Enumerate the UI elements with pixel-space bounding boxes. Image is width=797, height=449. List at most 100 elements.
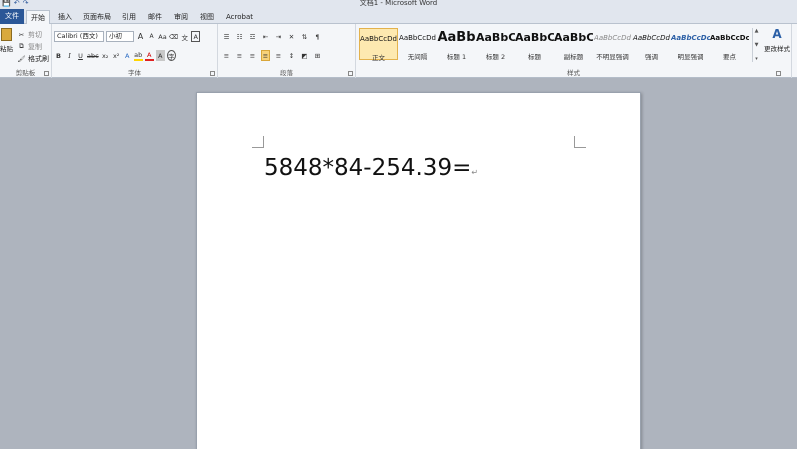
borders-icon[interactable]: ⊞ (313, 50, 322, 61)
align-right-icon[interactable]: ≡ (248, 50, 257, 61)
style-name: 无间隔 (407, 53, 428, 61)
font-family-select[interactable]: Calibri (西文) (54, 31, 104, 42)
style-name: 标题 (528, 53, 541, 61)
brush-icon: 🖌 (17, 54, 26, 63)
style-sample: AaBbC (476, 31, 515, 44)
align-left-icon[interactable]: ≡ (222, 50, 231, 61)
subscript-button[interactable]: x₂ (101, 50, 110, 61)
underline-button[interactable]: U (76, 50, 85, 61)
char-border-button[interactable]: A (191, 31, 201, 42)
change-case-button[interactable]: Aa (158, 31, 167, 42)
change-styles-button[interactable]: A 更改样式 (763, 27, 791, 53)
clipboard-launcher-icon[interactable] (44, 71, 49, 76)
style-name: 不明显强调 (596, 53, 629, 61)
style-sample: AaBbCcDd (633, 34, 670, 42)
tab-review[interactable]: 审阅 (170, 10, 192, 24)
highlight-button[interactable]: ab (133, 50, 143, 61)
style-no-spacing[interactable]: AaBbCcDd 无间隔 (398, 28, 437, 61)
justify-icon[interactable]: ≡ (261, 50, 270, 61)
style-strong[interactable]: AaBbCcDc 要点 (710, 28, 749, 61)
show-marks-icon[interactable]: ¶ (313, 31, 322, 42)
tab-file[interactable]: 文件 (0, 9, 24, 24)
document-body-text[interactable]: 5848*84-254.39=↵ (264, 155, 478, 181)
multilevel-list-icon[interactable]: ☲ (248, 31, 257, 42)
sort-icon[interactable]: ⇅ (300, 31, 309, 42)
char-shading-button[interactable]: A (155, 50, 165, 61)
crop-mark-top-left (252, 136, 264, 148)
style-sample: AaBbCcDd (399, 34, 436, 42)
chevron-up-icon[interactable]: ▲ (755, 28, 759, 34)
copy-icon: ⧉ (19, 42, 24, 50)
grow-font-button[interactable]: A (136, 31, 145, 42)
tab-references[interactable]: 引用 (118, 10, 140, 24)
format-painter-label: 格式刷 (28, 54, 49, 63)
styles-gallery-scroll[interactable]: ▲ ▼ ▾ (752, 28, 760, 62)
tab-acrobat[interactable]: Acrobat (222, 10, 257, 24)
distributed-icon[interactable]: ≡ (274, 50, 283, 61)
font-color-button[interactable]: A (144, 50, 154, 61)
font-size-select[interactable]: 小初 (106, 31, 134, 42)
paste-icon (1, 28, 12, 41)
style-normal[interactable]: AaBbCcDd 正文 (359, 28, 398, 62)
clear-format-icon[interactable]: ⌫ (169, 31, 178, 42)
tab-home[interactable]: 开始 (26, 10, 50, 25)
italic-button[interactable]: I (65, 50, 74, 61)
style-emphasis[interactable]: AaBbCcDd 强调 (632, 28, 671, 61)
window-title: 文档1 - Microsoft Word (359, 0, 438, 7)
bold-button[interactable]: B (54, 50, 63, 61)
chevron-down-icon[interactable]: ▼ (755, 42, 759, 48)
style-subtitle[interactable]: AaBbC 副标题 (554, 28, 593, 61)
style-title[interactable]: AaBbC 标题 (515, 28, 554, 61)
tab-mailings[interactable]: 邮件 (144, 10, 166, 24)
strikethrough-button[interactable]: abc (87, 50, 99, 61)
crop-mark-top-right (574, 136, 586, 148)
font-launcher-icon[interactable] (210, 71, 215, 76)
style-sample: AaBbC (554, 31, 593, 44)
paragraph-group-label: 段落 (280, 69, 293, 77)
shrink-font-button[interactable]: A (147, 31, 156, 42)
style-name: 副标题 (563, 53, 584, 61)
style-sample: AaBbCcDc (710, 34, 749, 42)
style-sample: AaBbC (515, 31, 554, 44)
decrease-indent-icon[interactable]: ⇤ (261, 31, 270, 42)
font-group-label: 字体 (128, 69, 141, 77)
tab-view[interactable]: 视图 (196, 10, 218, 24)
superscript-button[interactable]: x² (112, 50, 121, 61)
style-name: 强调 (645, 53, 658, 61)
style-intense-emphasis[interactable]: AaBbCcDc 明显强调 (671, 28, 710, 61)
tab-insert[interactable]: 插入 (54, 10, 76, 24)
document-text: 5848*84-254.39= (264, 155, 472, 181)
ribbon-tabs: 文件 开始 插入 页面布局 引用 邮件 审阅 视图 Acrobat (0, 9, 797, 33)
bullets-icon[interactable]: ☰ (222, 31, 231, 42)
phonetic-guide-button[interactable]: 文 (180, 31, 189, 42)
numbering-icon[interactable]: ☷ (235, 31, 244, 42)
paragraph-launcher-icon[interactable] (348, 71, 353, 76)
paste-button[interactable]: 粘贴 (0, 28, 13, 53)
ribbon: 粘贴 ✂ 剪切 ⧉ 复制 🖌 格式刷 剪贴板 Calibri (西文) 小初 A… (0, 24, 797, 78)
style-heading-2[interactable]: AaBbC 标题 2 (476, 28, 515, 61)
line-spacing-icon[interactable]: ↕ (287, 50, 296, 61)
style-heading-1[interactable]: AaBb 标题 1 (437, 28, 476, 61)
style-sample: AaBbCcDd (360, 35, 397, 43)
cut-button[interactable]: ✂ 剪切 (17, 29, 42, 40)
enclose-char-button[interactable]: 字 (166, 50, 176, 61)
style-sample: AaBbCcDc (671, 34, 710, 42)
tab-page-layout[interactable]: 页面布局 (79, 10, 115, 24)
copy-label: 复制 (28, 42, 42, 51)
style-name: 正文 (372, 54, 385, 62)
more-styles-icon[interactable]: ▾ (755, 56, 758, 62)
text-effects-button[interactable]: A (123, 50, 132, 61)
copy-button[interactable]: ⧉ 复制 (17, 41, 42, 52)
styles-launcher-icon[interactable] (776, 71, 781, 76)
chinese-layout-icon[interactable]: ✕ (287, 31, 296, 42)
style-subtle-emphasis[interactable]: AaBbCcDd 不明显强调 (593, 28, 632, 61)
shading-icon[interactable]: ◩ (300, 50, 309, 61)
align-center-icon[interactable]: ≡ (235, 50, 244, 61)
scissors-icon: ✂ (18, 30, 25, 39)
change-styles-icon: A (772, 27, 782, 41)
increase-indent-icon[interactable]: ⇥ (274, 31, 283, 42)
font-group: Calibri (西文) 小初 A A Aa ⌫ 文 A B I U abc x… (52, 24, 218, 78)
format-painter-button[interactable]: 🖌 格式刷 (17, 53, 49, 64)
style-sample: AaBb (437, 30, 476, 45)
document-page[interactable]: 5848*84-254.39=↵ (196, 92, 641, 449)
